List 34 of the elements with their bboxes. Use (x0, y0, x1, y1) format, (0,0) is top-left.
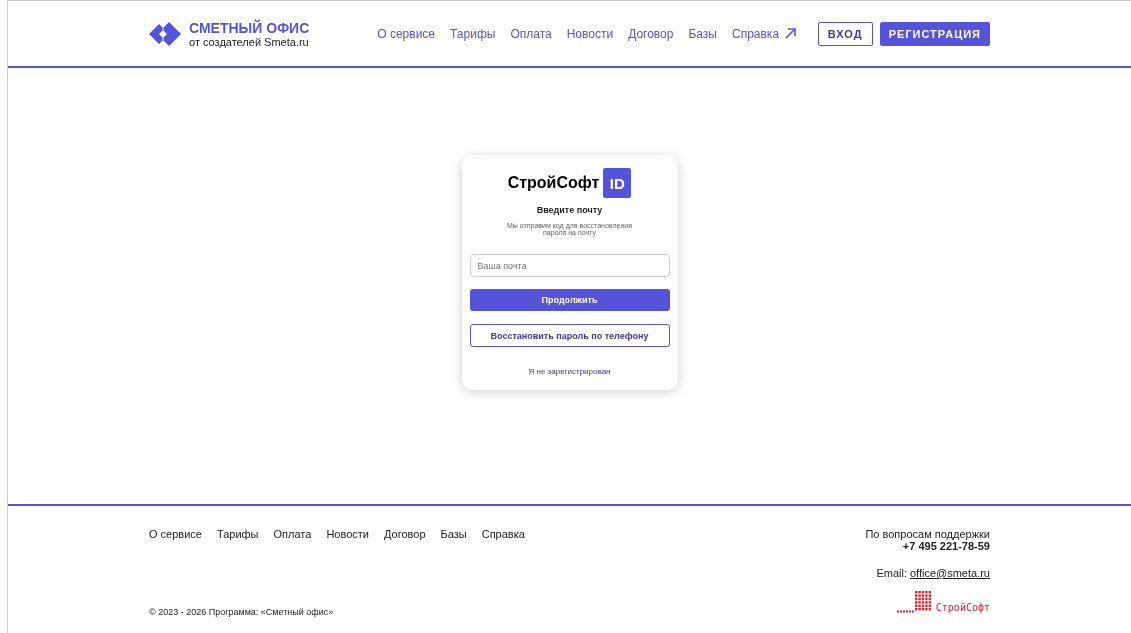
copyright-text: © 2023 - 2026 Программа: «Сметный офис» (149, 607, 335, 617)
card-title: Введите почту (536, 205, 603, 215)
dots-logo-icon (896, 591, 933, 613)
nav-link[interactable]: Оплата (510, 26, 552, 41)
logo-title: СМЕТНЫЙ ОФИС (189, 19, 310, 36)
nav-link[interactable]: Тарифы (450, 26, 496, 41)
brand-badge: ID (603, 168, 632, 198)
nav-link[interactable]: Договор (628, 26, 674, 41)
email-link[interactable]: office@smeta.ru (909, 567, 990, 579)
brand-name: СтройСофт (507, 174, 600, 192)
email-input[interactable]: Ваша почта (469, 254, 670, 277)
nav-link[interactable]: О сервисе (377, 26, 436, 41)
nav-link[interactable]: Новости (566, 26, 614, 41)
logo-icon (149, 21, 181, 46)
phone-number: +7 495 221-78-59 (902, 540, 990, 552)
nav-link[interactable]: Базы (688, 26, 717, 41)
email-label: Email: (876, 567, 907, 579)
nav-link[interactable]: Справка (732, 26, 797, 41)
login-button[interactable]: ВХОД (817, 21, 873, 46)
support-label: По вопросам поддержки (865, 528, 990, 540)
phone-recovery-button[interactable]: Восстановить пароль по телефону (469, 324, 670, 347)
footer-link[interactable]: Тарифы (216, 528, 259, 540)
continue-button[interactable]: Продолжить (469, 289, 670, 311)
company-logo-text: СтройСофт (935, 602, 990, 613)
footer-link[interactable]: Договор (383, 528, 426, 540)
footer-link[interactable]: О сервисе (149, 528, 202, 540)
footer-link[interactable]: Справка (481, 528, 525, 540)
footer-link[interactable]: Новости (326, 528, 369, 540)
footer-link[interactable]: Оплата (273, 528, 312, 540)
footer-link[interactable]: Базы (440, 528, 467, 540)
register-button[interactable]: РЕГИСТРАЦИЯ (879, 21, 990, 46)
external-link-icon (785, 28, 797, 39)
logo-subtitle: от создателей Smeta.ru (189, 35, 310, 48)
not-registered-link[interactable]: Я не зарегистрирован (528, 367, 611, 376)
